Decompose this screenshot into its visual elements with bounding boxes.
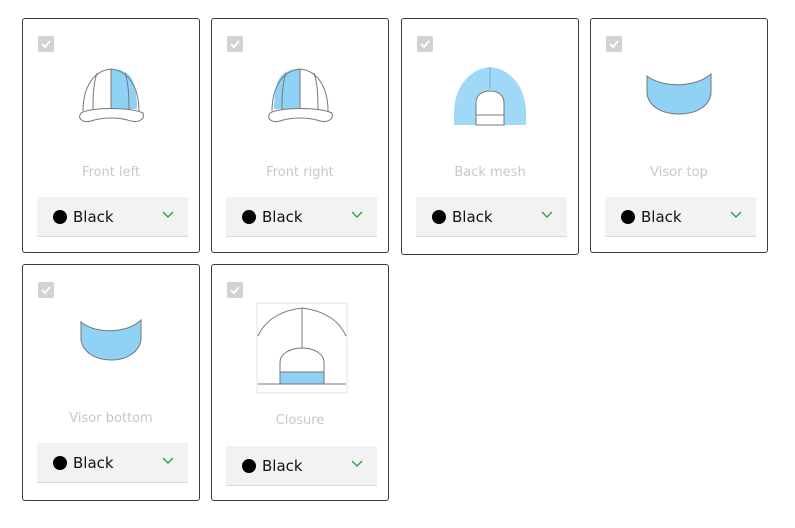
card-back-mesh: Back mesh Black (401, 18, 579, 255)
checkmark-icon (230, 286, 240, 295)
checkmark-icon (420, 40, 430, 49)
checkbox-visor-top[interactable] (606, 36, 622, 52)
cap-back-mesh-icon (440, 54, 540, 134)
card-front-right: Front right Black (211, 18, 389, 253)
color-select-value: Black (73, 207, 114, 226)
card-visor-top: Visor top Black (590, 18, 768, 253)
color-select-value: Black (452, 207, 493, 226)
chevron-down-icon (162, 211, 174, 218)
color-select-front-right[interactable]: Black (226, 197, 377, 237)
black-swatch-icon (53, 455, 67, 470)
black-swatch-icon (242, 209, 256, 224)
black-swatch-icon (242, 458, 256, 473)
panel-label: Front right (266, 165, 334, 180)
visor-top-icon (629, 54, 729, 134)
card-closure: Closure Black (211, 264, 389, 501)
panel-label: Visor top (650, 165, 708, 180)
color-select-value: Black (262, 207, 303, 226)
color-select-visor-top[interactable]: Black (605, 197, 756, 237)
checkmark-icon (609, 40, 619, 49)
chevron-down-icon (351, 211, 363, 218)
panel-label: Visor bottom (69, 411, 153, 426)
color-select-visor-bottom[interactable]: Black (37, 443, 188, 483)
checkbox-back-mesh[interactable] (417, 36, 433, 52)
checkbox-front-right[interactable] (227, 36, 243, 52)
panel-label: Back mesh (454, 165, 526, 180)
chevron-down-icon (730, 211, 742, 218)
checkbox-front-left[interactable] (38, 36, 54, 52)
panel-label: Closure (275, 413, 325, 428)
cap-closure-icon (256, 302, 348, 394)
cap-front-right-icon (250, 54, 350, 134)
color-select-value: Black (262, 456, 303, 475)
chevron-down-icon (162, 457, 174, 464)
checkmark-icon (41, 40, 51, 49)
color-select-front-left[interactable]: Black (37, 197, 188, 237)
color-select-value: Black (641, 207, 682, 226)
checkbox-closure[interactable] (227, 282, 243, 298)
card-front-left: Front left Black (22, 18, 200, 253)
black-swatch-icon (53, 209, 67, 224)
color-select-back-mesh[interactable]: Black (416, 197, 567, 237)
cap-front-left-icon (61, 54, 161, 134)
chevron-down-icon (351, 460, 363, 467)
panel-label: Front left (81, 165, 141, 180)
checkmark-icon (41, 286, 51, 295)
color-select-value: Black (73, 453, 114, 472)
checkmark-icon (230, 40, 240, 49)
black-swatch-icon (432, 209, 446, 224)
checkbox-visor-bottom[interactable] (38, 282, 54, 298)
visor-bottom-icon (61, 300, 161, 380)
card-visor-bottom: Visor bottom Black (22, 264, 200, 501)
color-select-closure[interactable]: Black (226, 446, 377, 486)
chevron-down-icon (541, 211, 553, 218)
panel-color-grid: Front left Black Front right Black Back … (0, 0, 795, 528)
black-swatch-icon (621, 209, 635, 224)
